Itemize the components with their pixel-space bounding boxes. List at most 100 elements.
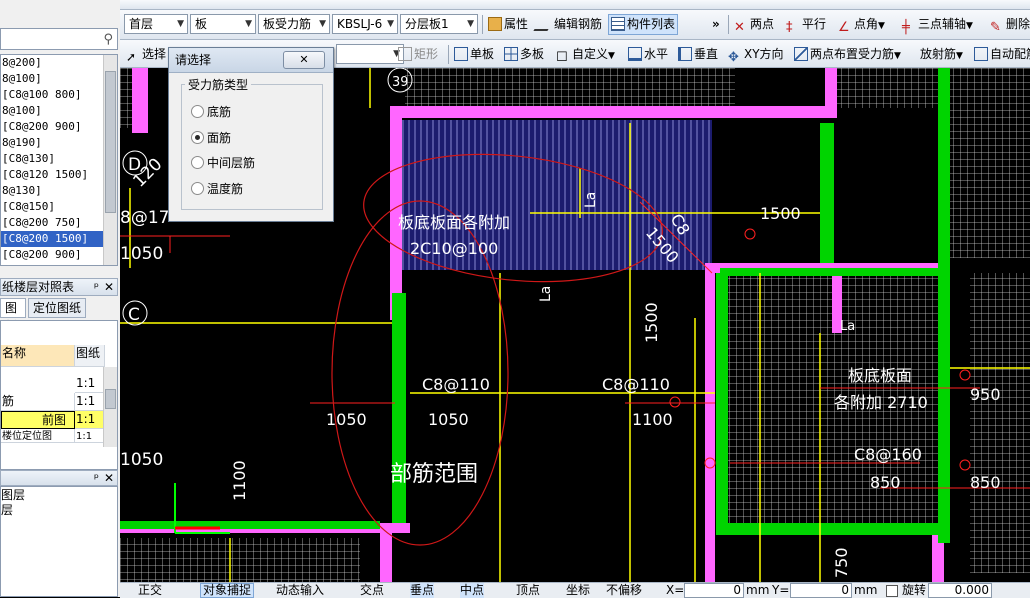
- dialog-close-button[interactable]: ✕: [283, 51, 325, 69]
- table-cell[interactable]: 1:1: [75, 429, 105, 443]
- three-point-axis-button[interactable]: ╪ 三点辅轴▼: [900, 14, 975, 35]
- multi-board-label: 多板: [520, 47, 545, 61]
- pin-icon[interactable]: ᵖ: [94, 470, 99, 486]
- two-point-layout-button[interactable]: 两点布置受力筋▼: [792, 44, 903, 65]
- list-scrollbar[interactable]: [103, 55, 117, 265]
- custom-button[interactable]: ☐ 自定义▼: [554, 44, 617, 65]
- snap-vertex[interactable]: 顶点: [516, 583, 540, 598]
- snap-coordinate[interactable]: 坐标: [566, 583, 590, 598]
- radio-top-rebar[interactable]: 面筋: [191, 131, 231, 147]
- x-coordinate-input[interactable]: 0: [684, 583, 744, 598]
- panel-header-layers: ᵖ ✕: [0, 470, 118, 486]
- rotate-angle-input[interactable]: 0.000: [928, 583, 992, 598]
- table-cell[interactable]: 楼位定位图: [1, 429, 75, 443]
- radio-icon[interactable]: [191, 156, 204, 169]
- rotate-checkbox[interactable]: [886, 585, 898, 597]
- vertical-button[interactable]: 垂直: [676, 44, 720, 65]
- snap-midpoint[interactable]: 中点: [460, 583, 485, 598]
- radio-icon[interactable]: [191, 182, 204, 195]
- list-item[interactable]: 8@200]: [1, 55, 117, 71]
- multi-board-button[interactable]: 多板: [502, 44, 546, 65]
- list-item[interactable]: [C8@120 1500]: [1, 167, 117, 183]
- rebar-definition-list[interactable]: 8@200] 8@100] [C8@100 800] 8@100] [C8@20…: [0, 54, 118, 266]
- annotation-text: C8@110: [422, 375, 490, 394]
- two-point-axis-button[interactable]: ✕ 两点: [732, 14, 776, 35]
- chevron-down-icon: ▼: [966, 21, 973, 31]
- y-coordinate-input[interactable]: 0: [790, 583, 852, 598]
- list-item[interactable]: [C8@100 800]: [1, 87, 117, 103]
- radio-temperature-rebar[interactable]: 温度筋: [191, 182, 243, 198]
- rect-button[interactable]: 矩形: [396, 44, 440, 65]
- list-item-selected[interactable]: [C8@200 1500]: [1, 231, 117, 247]
- xy-direction-button[interactable]: ✥ XY方向: [726, 44, 786, 65]
- component-value: 板: [195, 17, 208, 31]
- list-item[interactable]: 8@190]: [1, 135, 117, 151]
- list-item[interactable]: [C8@150]: [1, 199, 117, 215]
- snap-intersection[interactable]: 交点: [360, 583, 384, 598]
- layer-label[interactable]: 图层: [1, 487, 117, 503]
- slab-mesh: [405, 68, 735, 108]
- radio-icon[interactable]: [191, 105, 204, 118]
- toolbar-overflow-button[interactable]: »: [710, 14, 722, 35]
- radio-middle-rebar[interactable]: 中间层筋: [191, 156, 255, 172]
- radial-rebar-button[interactable]: 放射筋▼: [918, 44, 965, 65]
- list-item[interactable]: [C8@200 750]: [1, 215, 117, 231]
- annotation-text: 板底板面: [848, 366, 912, 385]
- properties-button[interactable]: 属性: [486, 14, 530, 35]
- snap-perpendicular[interactable]: 垂点: [410, 583, 435, 598]
- chevron-down-icon: ▼: [387, 19, 394, 29]
- floor-select[interactable]: 首层 ▼: [124, 14, 188, 34]
- list-item[interactable]: 8@130]: [1, 183, 117, 199]
- dim-text: 1100: [230, 460, 249, 501]
- table-scrollbar[interactable]: [103, 367, 117, 447]
- axis-label-39: 39: [392, 75, 409, 90]
- layer-select[interactable]: 分层板1 ▼: [400, 14, 478, 34]
- table-cell-current[interactable]: 前图: [1, 411, 75, 429]
- point-angle-button[interactable]: ∠ 点角▼: [836, 14, 887, 35]
- osnap-toggle[interactable]: 对象捕捉: [200, 583, 255, 598]
- left-search-box[interactable]: ⚲: [0, 28, 118, 50]
- radio-bottom-rebar[interactable]: 底筋: [191, 105, 231, 121]
- list-item[interactable]: 8@100]: [1, 103, 117, 119]
- auto-config-button[interactable]: 自动配筋: [972, 44, 1030, 65]
- annotation-text: 2C10@100: [410, 239, 498, 258]
- ortho-toggle[interactable]: 正交: [138, 583, 162, 598]
- slab-mesh: [940, 68, 1030, 258]
- offset-select[interactable]: 不偏移: [606, 583, 642, 598]
- layer-panel: 图层 层: [0, 486, 118, 597]
- edit-rebar-button[interactable]: 编辑钢筋: [533, 14, 604, 35]
- tab-locate-drawing[interactable]: 定位图纸: [28, 298, 86, 318]
- list-item[interactable]: 8@100]: [1, 71, 117, 87]
- axis-label-c: C: [128, 305, 140, 325]
- component-subtype-select[interactable]: 板受力筋 ▼: [258, 14, 330, 34]
- tab-drawings[interactable]: 图纸: [0, 298, 26, 333]
- list-item[interactable]: [C8@200 900]: [1, 247, 117, 263]
- radio-checked-icon[interactable]: [191, 131, 204, 144]
- component-type-select[interactable]: 板 ▼: [190, 14, 256, 34]
- table-cell[interactable]: 1:1: [75, 393, 105, 411]
- close-icon[interactable]: ✕: [104, 279, 114, 295]
- list-item[interactable]: [C8@200 900]: [1, 119, 117, 135]
- drawing-table[interactable]: 名称 图纸 1:1 筋 1:1 前图 1:1 楼位定位图 1:1: [0, 320, 118, 470]
- delete-axis-button[interactable]: ✎ 删除: [988, 14, 1030, 35]
- single-board-button[interactable]: 单板: [452, 44, 496, 65]
- rebar-name-select[interactable]: KBSLJ-6 ▼: [332, 14, 398, 34]
- parallel-axis-button[interactable]: ‡ 平行: [784, 14, 828, 35]
- search-icon[interactable]: ⚲: [103, 32, 113, 47]
- table-cell[interactable]: 筋: [1, 393, 75, 411]
- pin-icon[interactable]: ᵖ: [94, 279, 99, 295]
- layer-label[interactable]: 层: [1, 503, 117, 517]
- select-button[interactable]: ➚ 选择: [124, 44, 168, 65]
- table-cell[interactable]: 1:1: [75, 375, 105, 393]
- panel-title: 纸楼层对照表: [2, 280, 75, 294]
- rect-icon: [398, 47, 412, 61]
- dim-text: 1050: [326, 410, 367, 429]
- x-label: X=: [666, 583, 685, 597]
- table-cell[interactable]: 1:1: [75, 411, 105, 429]
- list-item[interactable]: [C8@130]: [1, 151, 117, 167]
- component-list-button[interactable]: 构件列表: [608, 14, 679, 35]
- draw-mode-select[interactable]: ▼: [336, 44, 404, 64]
- dynamic-input-toggle[interactable]: 动态输入: [276, 583, 324, 598]
- close-icon[interactable]: ✕: [104, 470, 114, 486]
- horizontal-button[interactable]: 水平: [626, 44, 670, 65]
